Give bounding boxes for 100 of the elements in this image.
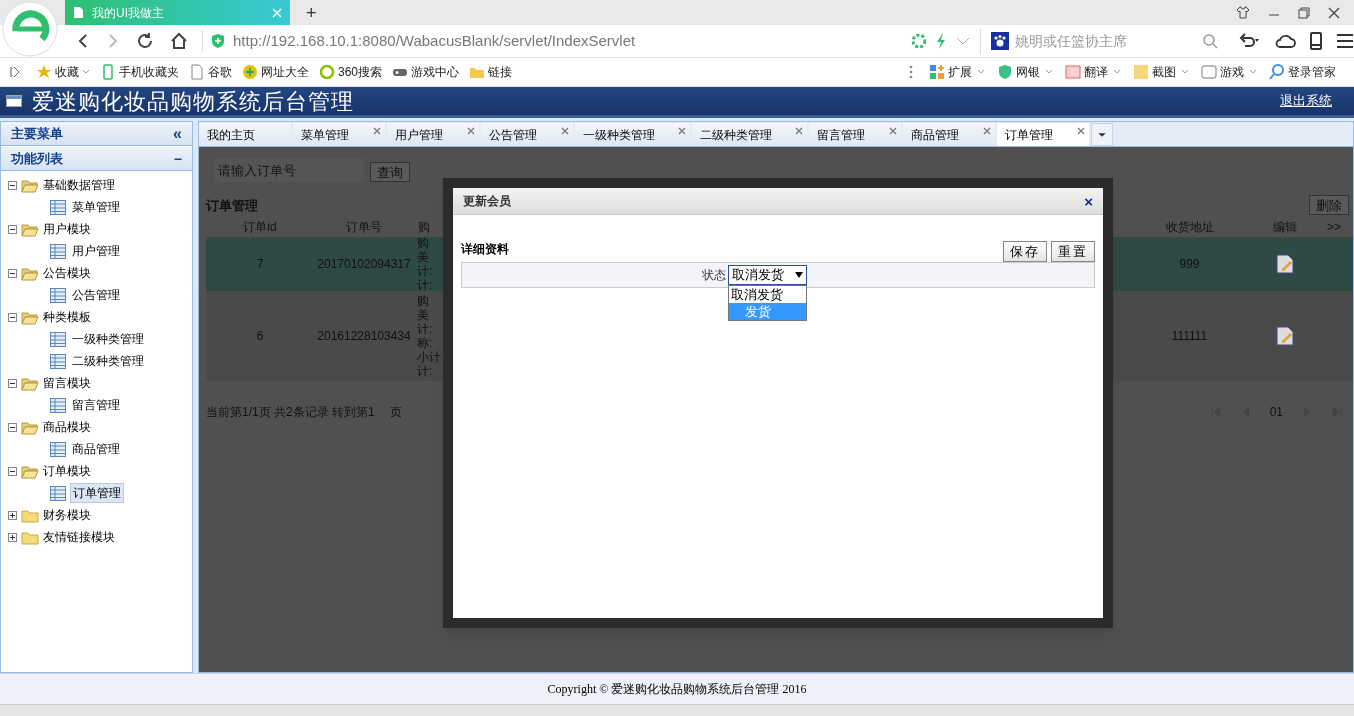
search-field[interactable]: 姚明或任篮协主席 <box>1015 30 1196 52</box>
tree-item[interactable]: 订单模块 <box>43 462 91 480</box>
paw-icon <box>991 32 1009 50</box>
tab[interactable]: 用户管理 <box>387 123 479 146</box>
collapse-icon[interactable] <box>8 466 17 476</box>
tree-item[interactable]: 菜单管理 <box>70 198 122 216</box>
toolbar-link[interactable]: 扩展 <box>929 63 985 81</box>
tab[interactable]: 订单管理 <box>997 123 1089 146</box>
tree-item[interactable]: 公告模块 <box>43 264 91 282</box>
bookmark-icon <box>100 64 116 80</box>
tree-item[interactable]: 商品管理 <box>70 440 122 458</box>
tab[interactable]: 菜单管理 <box>293 123 385 146</box>
field-label: 状态 <box>702 267 726 284</box>
phone-icon[interactable] <box>1310 32 1322 50</box>
edit-icon[interactable] <box>1275 254 1294 274</box>
tree-item[interactable]: 用户管理 <box>70 242 122 260</box>
page-number: 01 <box>1269 404 1283 421</box>
collapse-icon[interactable] <box>8 180 17 190</box>
table-icon <box>50 441 66 457</box>
section-toggle-button[interactable]: − <box>173 151 182 166</box>
tree-item[interactable]: 一级种类管理 <box>70 330 146 348</box>
page-icon <box>73 6 84 19</box>
edit-icon[interactable] <box>1275 326 1294 346</box>
menu-icon[interactable] <box>1336 33 1354 49</box>
close-icon[interactable] <box>1328 6 1340 19</box>
tree-item[interactable]: 留言模块 <box>43 374 91 392</box>
folder-icon <box>21 177 39 193</box>
tab[interactable]: 商品管理 <box>903 123 995 146</box>
restore-icon[interactable] <box>1298 6 1310 19</box>
skin-icon[interactable] <box>1236 6 1250 19</box>
tab-menu-icon[interactable] <box>1091 123 1113 146</box>
back-icon[interactable] <box>76 33 90 49</box>
collapse-icon[interactable] <box>8 224 17 234</box>
toolbar-icon <box>1269 64 1285 80</box>
collapse-icon[interactable] <box>8 378 17 388</box>
bookmark-link[interactable]: 手机收藏夹 <box>100 63 179 81</box>
search-icon[interactable] <box>1202 33 1218 49</box>
reload-icon[interactable] <box>136 32 154 50</box>
table-icon <box>50 353 66 369</box>
folder-icon <box>21 309 39 325</box>
logout-link[interactable]: 退出系统 <box>1280 91 1332 111</box>
tab[interactable]: 二级种类管理 <box>692 123 807 146</box>
close-icon[interactable] <box>678 127 686 135</box>
tree-item[interactable]: 商品模块 <box>43 418 91 436</box>
expand-icon[interactable] <box>8 510 17 520</box>
table-icon <box>50 485 66 501</box>
dialog-button[interactable]: 重置 <box>1051 241 1095 262</box>
tree-item[interactable]: 公告管理 <box>70 286 122 304</box>
tree-item[interactable]: 友情链接模块 <box>43 528 115 546</box>
table-icon <box>50 397 66 413</box>
dropdown-option[interactable]: 取消发货 <box>729 286 806 303</box>
toolbar-icon <box>1201 64 1217 80</box>
expand-icon[interactable] <box>8 532 17 542</box>
cloud-icon[interactable] <box>1274 33 1296 49</box>
close-icon[interactable] <box>889 127 897 135</box>
bookmark-link[interactable]: 收藏 <box>36 63 90 81</box>
tab[interactable]: 留言管理 <box>809 123 901 146</box>
toolbar-link[interactable]: 网银 <box>997 63 1053 81</box>
address-field[interactable]: http://192.168.10.1:8080/WabacusBlank/servlet/IndexServlet <box>233 29 636 53</box>
toolbar-link[interactable]: 截图 <box>1133 63 1189 81</box>
tree-item[interactable]: 订单管理 <box>70 483 124 503</box>
close-icon[interactable] <box>467 127 475 135</box>
tab[interactable]: 公告管理 <box>481 123 573 146</box>
toolbar-link[interactable]: 翻译 <box>1065 63 1121 81</box>
close-icon[interactable] <box>1077 127 1085 135</box>
home-icon[interactable] <box>170 32 188 50</box>
tree-item[interactable]: 种类模板 <box>43 308 91 326</box>
bookmark-icon <box>242 64 258 80</box>
tree-item[interactable]: 二级种类管理 <box>70 352 146 370</box>
collapse-button[interactable]: « <box>173 125 182 142</box>
table-cell-text: 计: <box>417 364 434 378</box>
folder-icon <box>21 529 39 545</box>
expand-icon[interactable] <box>10 66 20 78</box>
dialog-button[interactable]: 保存 <box>1003 241 1047 262</box>
bookmark-link[interactable]: 网址大全 <box>242 63 309 81</box>
close-icon[interactable] <box>983 127 991 135</box>
toolbar-link[interactable]: 登录管家 <box>1269 63 1336 81</box>
more-icon[interactable] <box>909 65 913 79</box>
bookmark-link[interactable]: 谷歌 <box>189 63 232 81</box>
close-button[interactable]: × <box>1084 193 1093 209</box>
collapse-icon[interactable] <box>8 422 17 432</box>
tab[interactable]: 我的主页 <box>199 123 291 146</box>
section-title: 详细资料 <box>461 241 509 258</box>
close-icon[interactable] <box>373 127 381 135</box>
bookmark-link[interactable]: 360搜索 <box>319 63 383 81</box>
tree-item[interactable]: 基础数据管理 <box>43 176 115 194</box>
close-icon[interactable] <box>795 127 803 135</box>
tree-item[interactable]: 财务模块 <box>43 506 91 524</box>
new-tab-button[interactable]: + <box>290 0 333 25</box>
tab[interactable]: 一级种类管理 <box>575 123 690 146</box>
undo-icon[interactable] <box>1238 33 1260 49</box>
tree-item[interactable]: 用户模块 <box>43 220 91 238</box>
toolbar-icon <box>929 64 945 80</box>
tree-item[interactable]: 留言管理 <box>70 396 122 414</box>
toolbar-link[interactable]: 游戏 <box>1201 63 1257 81</box>
close-icon[interactable] <box>561 127 569 135</box>
bookmark-link[interactable]: 游戏中心 <box>392 63 460 81</box>
bookmark-link[interactable]: 链接 <box>469 63 513 81</box>
collapse-icon[interactable] <box>8 268 17 278</box>
collapse-icon[interactable] <box>8 312 17 322</box>
